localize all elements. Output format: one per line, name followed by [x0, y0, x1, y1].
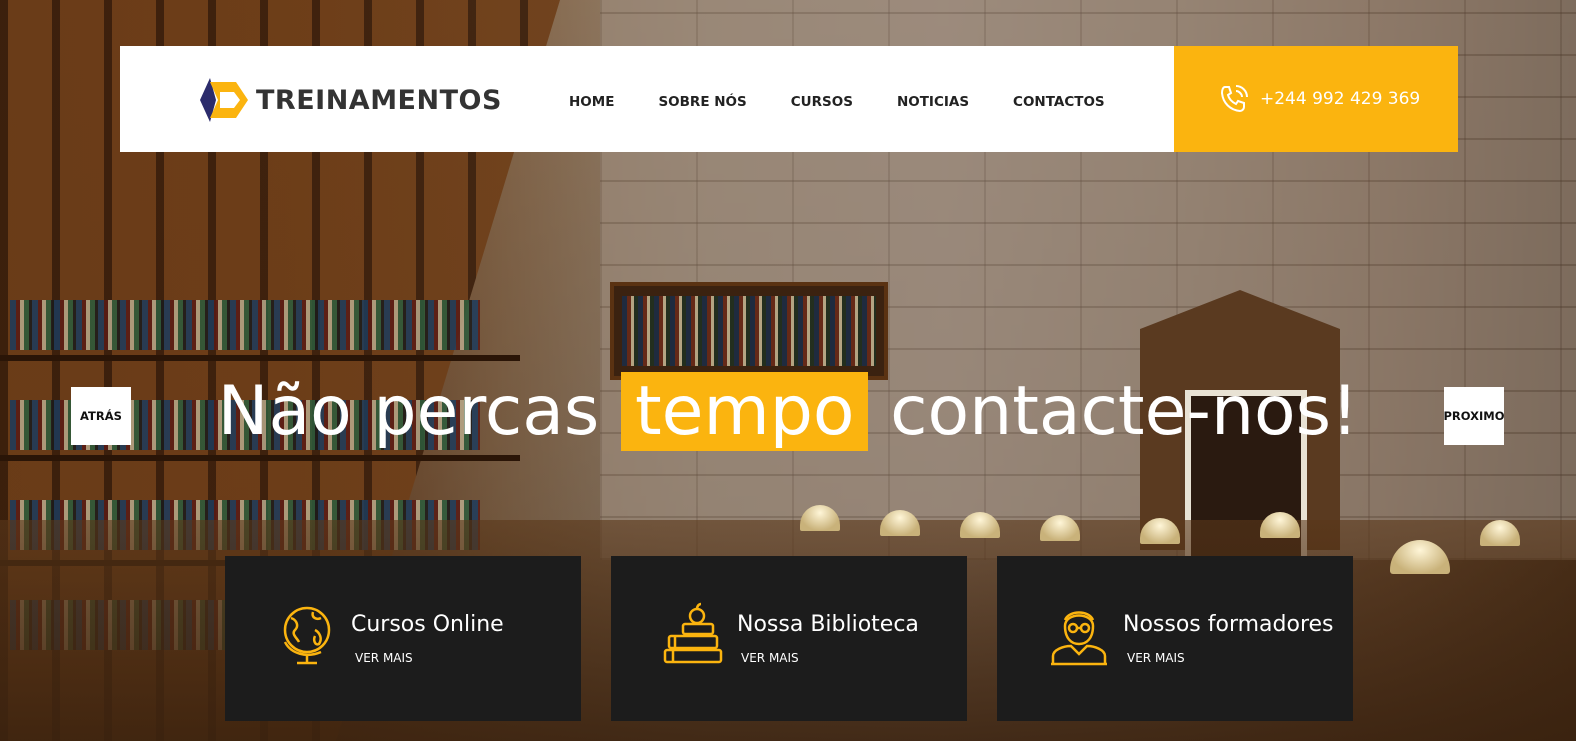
feature-title: Cursos Online — [351, 612, 504, 637]
brand-name: TREINAMENTOS — [256, 84, 502, 116]
globe-icon — [283, 606, 331, 665]
nav-cursos[interactable]: CURSOS — [791, 94, 853, 110]
logo-icon — [200, 78, 248, 122]
site-header: TREINAMENTOS HOME SOBRE NÓS CURSOS NOTIC… — [120, 46, 1174, 152]
ver-mais-link[interactable]: VER MAIS — [741, 651, 799, 665]
phone-number: +244 992 429 369 — [1260, 89, 1421, 109]
headline-end: contacte-nos! — [890, 372, 1359, 451]
main-nav: HOME SOBRE NÓS CURSOS NOTICIAS CONTACTOS — [569, 94, 1149, 110]
hero-headline: Não percas tempo contacte-nos! — [0, 368, 1576, 456]
headline-highlight: tempo — [620, 372, 869, 451]
book-row — [10, 300, 480, 350]
ver-mais-link[interactable]: VER MAIS — [355, 651, 413, 665]
nav-sobre-nos[interactable]: SOBRE NÓS — [658, 94, 746, 110]
teacher-icon — [1051, 611, 1107, 666]
slider-prev-button[interactable]: ATRÁS — [71, 387, 131, 445]
shelf — [0, 355, 520, 361]
books-icon — [663, 602, 723, 664]
nav-contactos[interactable]: CONTACTOS — [1013, 94, 1105, 110]
logo[interactable]: TREINAMENTOS — [196, 78, 502, 122]
feature-card-nossos-formadores[interactable]: Nossos formadores VER MAIS — [997, 556, 1353, 721]
phone-contact[interactable]: +244 992 429 369 — [1174, 46, 1458, 152]
center-bookshelf — [610, 282, 888, 380]
phone-icon — [1220, 85, 1248, 113]
feature-card-nossa-biblioteca[interactable]: Nossa Biblioteca VER MAIS — [611, 556, 967, 721]
slider-next-button[interactable]: PROXIMO — [1444, 387, 1505, 445]
nav-noticias[interactable]: NOTICIAS — [897, 94, 969, 110]
feature-title: Nossos formadores — [1123, 612, 1334, 637]
nav-home[interactable]: HOME — [569, 94, 614, 110]
feature-card-cursos-online[interactable]: Cursos Online VER MAIS — [225, 556, 581, 721]
ver-mais-link[interactable]: VER MAIS — [1127, 651, 1185, 665]
headline-start: Não percas — [217, 372, 600, 451]
feature-title: Nossa Biblioteca — [737, 612, 919, 637]
